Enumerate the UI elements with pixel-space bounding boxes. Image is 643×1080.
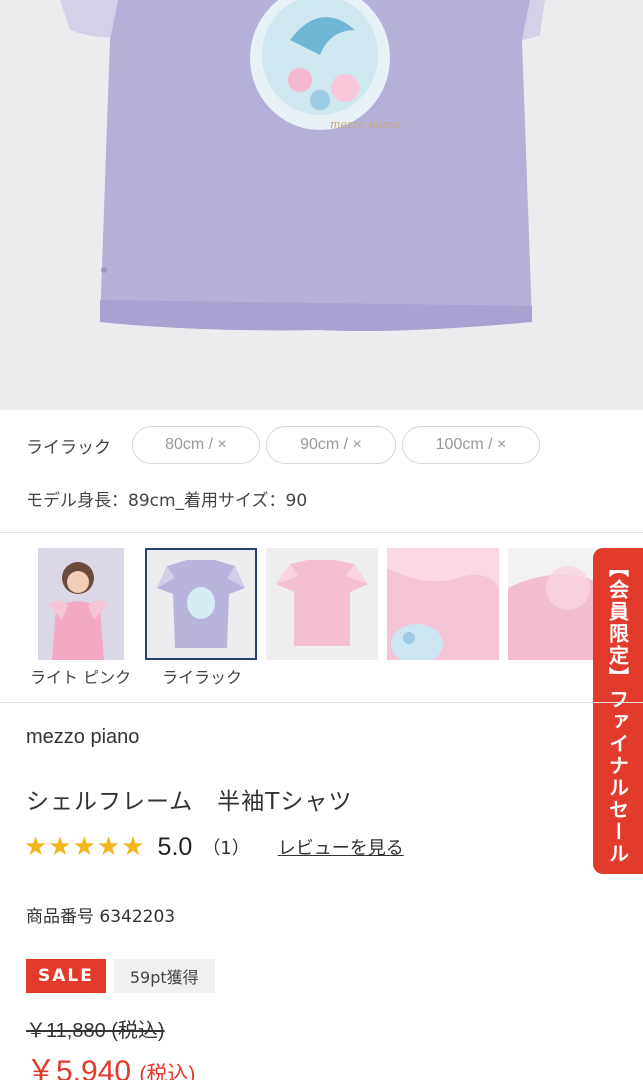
view-reviews-link[interactable]: レビューを見る (278, 834, 404, 860)
thumbnail-light-pink[interactable] (38, 548, 124, 660)
rating-row: ★★★★★ 5.0 （1） レビューを見る (24, 830, 404, 864)
thumbnail-lilac[interactable] (145, 548, 257, 660)
brand-name[interactable]: mezzo piano (26, 726, 139, 749)
divider (0, 702, 643, 703)
product-title: シェルフレーム 半袖Tシャツ (26, 789, 353, 815)
badge-row: SALE 59pt獲得 (26, 959, 215, 993)
lilac-tshirt-icon (145, 548, 257, 660)
size-option-90[interactable]: 90cm / × (266, 426, 396, 464)
color-label: ライラック (26, 437, 111, 458)
sale-price-tax: (税込) (139, 1063, 196, 1080)
review-count: （1） (202, 838, 250, 859)
star-rating-icon: ★★★★★ (24, 832, 146, 862)
sale-badge: SALE (26, 959, 106, 993)
size-option-100[interactable]: 100cm / × (402, 426, 540, 464)
member-sale-banner-text: 【会員限定】ファイナルセール (605, 557, 630, 865)
tshirt-illustration: mezzo piano (0, 0, 643, 410)
size-selector-row: ライラック 80cm / × 90cm / × 100cm / × (0, 410, 643, 480)
original-price: ￥11,880 (税込) (26, 1020, 165, 1042)
thumbnail-pink-front[interactable] (266, 548, 378, 660)
sale-price: ￥5,940 (税込) (26, 1046, 195, 1080)
model-photo-icon (38, 548, 124, 660)
product-main-image[interactable]: mezzo piano (0, 0, 643, 410)
model-size-info: モデル身長：89cm_着用サイズ：90 (26, 491, 308, 511)
rating-value: 5.0 (157, 832, 193, 861)
svg-text:mezzo piano: mezzo piano (330, 118, 400, 131)
color-thumbnail-list: ライト ピンク ライラック (0, 548, 643, 688)
product-number: 商品番号 6342203 (26, 907, 176, 927)
pink-detail-icon (387, 548, 499, 660)
sale-price-value: ￥5,940 (26, 1055, 132, 1080)
thumbnail-label-light-pink: ライト ピンク (30, 668, 132, 687)
pink-tshirt-icon (266, 548, 378, 660)
size-option-80[interactable]: 80cm / × (132, 426, 260, 464)
thumbnail-label-lilac: ライラック (162, 668, 243, 687)
divider (0, 532, 643, 533)
thumbnail-pink-detail[interactable] (387, 548, 499, 660)
member-sale-banner[interactable]: 【会員限定】ファイナルセール (593, 548, 643, 874)
points-badge: 59pt獲得 (113, 959, 215, 993)
